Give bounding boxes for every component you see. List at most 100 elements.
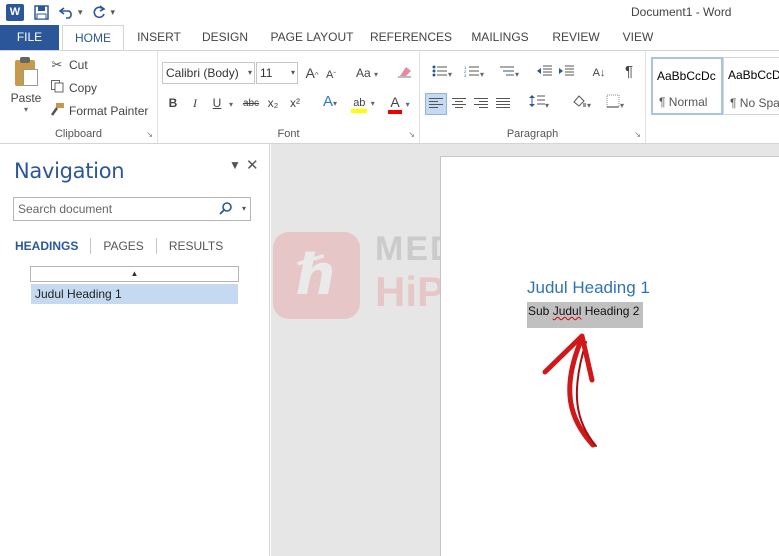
justify-button[interactable]: [494, 96, 512, 114]
heading-1-text[interactable]: Judul Heading 1: [527, 278, 650, 298]
paragraph-launcher-icon[interactable]: ↘: [634, 130, 641, 139]
tab-design[interactable]: DESIGN: [198, 25, 252, 50]
chevron-down-icon: ▾: [290, 68, 295, 77]
chevron-down-icon[interactable]: ▾: [242, 198, 246, 220]
text-effects-label: A: [322, 93, 333, 110]
grow-font-button[interactable]: A^: [304, 64, 320, 82]
style-normal-preview: AaBbCcDc: [657, 69, 716, 83]
pane-options-icon[interactable]: ▼: [229, 158, 241, 172]
align-right-button[interactable]: [472, 96, 490, 114]
show-formatting-button[interactable]: ¶: [622, 63, 636, 81]
search-icon[interactable]: [219, 200, 232, 222]
italic-button[interactable]: I: [188, 94, 202, 112]
style-no-spacing-name: ¶ No Spac: [730, 96, 779, 110]
paragraph-group: ▾ 1 2 3 ▾ ▾ A↓ ¶ ▾ ▾ ▾ Paragraph ↘: [420, 51, 646, 143]
text-effects-button[interactable]: A▾: [318, 93, 342, 111]
ribbon: Paste ▾ ✂ Cut Copy Format Painter Clipbo…: [0, 50, 779, 144]
justify-icon: [496, 98, 510, 110]
line-spacing-button[interactable]: ▾: [524, 94, 554, 112]
font-group: Calibri (Body) ▾ 11 ▾ A^ Aˇ Aa ▾ B I U ▾…: [158, 51, 420, 143]
subscript-button[interactable]: x₂: [264, 94, 282, 112]
paste-dropdown-icon[interactable]: ▾: [8, 105, 44, 114]
undo-dropdown-icon[interactable]: ▾: [78, 7, 83, 18]
paintbrush-icon: [50, 103, 64, 119]
window-title: Document1 - Word: [631, 5, 732, 19]
search-document-input[interactable]: Search document ▾: [13, 197, 251, 221]
tab-insert[interactable]: INSERT: [134, 25, 184, 50]
undo-icon[interactable]: [58, 3, 76, 21]
increase-indent-icon[interactable]: [558, 64, 576, 82]
heading-2-text[interactable]: Sub Judul Heading 2: [527, 302, 643, 328]
font-name-select[interactable]: Calibri (Body) ▾: [162, 62, 255, 84]
font-color-button[interactable]: A ▾: [384, 93, 414, 114]
heading-2-suffix: Heading 2: [581, 304, 640, 318]
collapse-up-icon: ▲: [130, 269, 139, 278]
clipboard-launcher-icon[interactable]: ↘: [146, 130, 153, 139]
tab-home[interactable]: HOME: [62, 25, 124, 51]
bullets-button[interactable]: ▾: [428, 64, 456, 82]
underline-dropdown-icon[interactable]: ▾: [226, 94, 236, 112]
clear-formatting-icon[interactable]: [396, 64, 414, 82]
change-case-label: Aa: [355, 66, 371, 80]
red-arrow-annotation: [542, 333, 597, 448]
close-icon[interactable]: ✕: [246, 156, 259, 174]
align-left-button[interactable]: [425, 93, 447, 115]
change-case-button[interactable]: Aa ▾: [352, 64, 382, 82]
borders-button[interactable]: ▾: [600, 94, 630, 112]
cut-label: Cut: [69, 58, 88, 72]
tab-references[interactable]: REFERENCES: [370, 25, 452, 50]
multilevel-list-button[interactable]: ▾: [494, 64, 524, 82]
clipboard-group: Paste ▾ ✂ Cut Copy Format Painter Clipbo…: [0, 51, 158, 143]
heading-item-1[interactable]: Judul Heading 1: [31, 284, 238, 304]
style-no-spacing[interactable]: AaBbCcDc ¶ No Spac: [723, 57, 779, 115]
format-painter-label: Format Painter: [69, 104, 149, 118]
sort-button[interactable]: A↓: [590, 64, 608, 82]
shrink-font-button[interactable]: Aˇ: [324, 66, 338, 84]
redo-icon[interactable]: [91, 3, 109, 21]
font-launcher-icon[interactable]: ↘: [408, 130, 415, 139]
align-center-button[interactable]: [450, 96, 468, 114]
tab-page-layout[interactable]: PAGE LAYOUT: [266, 25, 358, 50]
font-size-select[interactable]: 11 ▾: [256, 62, 298, 84]
copy-button[interactable]: Copy: [50, 78, 97, 98]
align-left-icon: [429, 98, 443, 110]
collapse-headings-button[interactable]: ▲: [30, 266, 239, 282]
paste-icon: [13, 57, 39, 87]
decrease-indent-icon[interactable]: [536, 64, 554, 82]
copy-icon: [50, 80, 64, 96]
align-right-icon: [474, 98, 488, 110]
bold-button[interactable]: B: [166, 94, 180, 112]
heading-2-misspelled-word: Judul: [552, 304, 582, 318]
save-icon[interactable]: [32, 3, 50, 21]
format-painter-button[interactable]: Format Painter: [50, 101, 148, 121]
tab-file[interactable]: FILE: [0, 25, 59, 50]
paste-label: Paste: [10, 91, 42, 105]
style-normal[interactable]: AaBbCcDc ¶ Normal: [651, 57, 723, 115]
highlight-button[interactable]: ab ▾: [348, 93, 378, 113]
underline-button[interactable]: U: [210, 94, 224, 112]
cut-button[interactable]: ✂ Cut: [50, 55, 88, 75]
paste-button[interactable]: Paste ▾: [8, 57, 44, 114]
shading-button[interactable]: ▾: [566, 94, 596, 112]
navigation-tabs: HEADINGS PAGES RESULTS: [15, 238, 235, 254]
document-area: ℏ MEDIA HiPoin Judul Heading 1 Sub Judul…: [271, 144, 779, 556]
font-name-value: Calibri (Body): [166, 66, 239, 80]
superscript-button[interactable]: x²: [286, 94, 304, 112]
tab-view[interactable]: VIEW: [617, 25, 659, 50]
styles-gallery: AaBbCcDc ¶ Normal AaBbCcDc ¶ No Spac: [651, 57, 779, 117]
chevron-down-icon: ▾: [247, 68, 252, 77]
search-placeholder: Search document: [18, 202, 113, 216]
tab-headings[interactable]: HEADINGS: [15, 239, 90, 253]
font-color-label: A: [388, 94, 402, 114]
tab-review[interactable]: REVIEW: [549, 25, 603, 50]
copy-label: Copy: [69, 81, 98, 95]
align-center-icon: [452, 98, 466, 110]
numbering-button[interactable]: 1 2 3 ▾: [460, 64, 488, 82]
tab-results[interactable]: RESULTS: [169, 239, 235, 253]
font-group-label: Font: [277, 128, 300, 140]
tab-pages[interactable]: PAGES: [103, 239, 155, 253]
customize-qat-icon[interactable]: ▾: [111, 7, 116, 18]
tab-mailings[interactable]: MAILINGS: [467, 25, 533, 50]
strikethrough-button[interactable]: abc: [240, 95, 262, 113]
scissors-icon: ✂: [51, 57, 63, 72]
